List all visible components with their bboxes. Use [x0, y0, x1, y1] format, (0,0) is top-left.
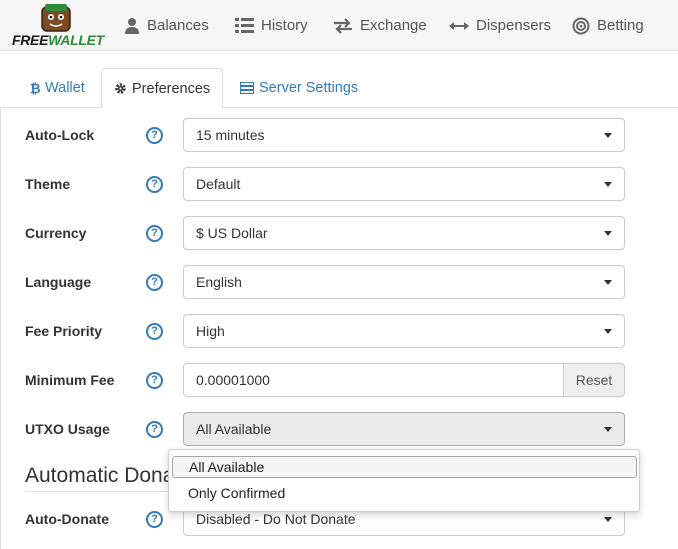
help-icon[interactable]: ? [146, 127, 163, 144]
tab-preferences[interactable]: Preferences [101, 68, 224, 109]
auto-donate-label: Auto-Donate [25, 511, 109, 527]
utxo-usage-label: UTXO Usage [25, 421, 110, 437]
caret-down-icon [604, 182, 612, 187]
tab-preferences-label: Preferences [132, 80, 211, 97]
row-theme: Theme ? Default [0, 167, 678, 201]
minimum-fee-label: Minimum Fee [25, 372, 115, 388]
nav-exchange-label: Exchange [360, 17, 427, 34]
auto-donate-value: Disabled - Do Not Donate [196, 511, 356, 527]
theme-label: Theme [25, 176, 71, 192]
currency-label: Currency [25, 225, 87, 241]
row-minimum-fee: Minimum Fee ? 0.00001000 Reset [0, 363, 678, 397]
utxo-usage-select[interactable]: All Available [183, 412, 625, 446]
arrows-horizontal-icon [449, 21, 469, 30]
tab-server-settings[interactable]: Server Settings [228, 68, 370, 108]
theme-select[interactable]: Default [183, 167, 625, 201]
user-icon [125, 17, 139, 34]
target-icon [572, 17, 590, 34]
help-icon[interactable]: ? [146, 323, 163, 340]
caret-down-icon [604, 280, 612, 285]
currency-value: $ US Dollar [196, 225, 268, 241]
row-currency: Currency ? $ US Dollar [0, 216, 678, 250]
utxo-usage-dropdown: All Available Only Confirmed [168, 449, 640, 512]
currency-select[interactable]: $ US Dollar [183, 216, 625, 250]
row-fee-priority: Fee Priority ? High [0, 314, 678, 348]
auto-lock-value: 15 minutes [196, 127, 265, 143]
nav-history-label: History [261, 17, 308, 34]
utxo-option-only-confirmed[interactable]: Only Confirmed [172, 483, 637, 505]
tab-server-settings-label: Server Settings [259, 80, 359, 96]
nav-dispensers-label: Dispensers [476, 17, 552, 34]
list-icon [235, 18, 254, 33]
auto-lock-label: Auto-Lock [25, 127, 95, 143]
fee-priority-label: Fee Priority [25, 323, 103, 339]
minimum-fee-input[interactable]: 0.00001000 [183, 363, 564, 397]
nav-exchange[interactable]: Exchange [333, 0, 427, 51]
nav-betting[interactable]: Betting [572, 0, 644, 51]
utxo-usage-value: All Available [196, 421, 272, 437]
nav-balances[interactable]: Balances [124, 0, 209, 51]
help-icon[interactable]: ? [146, 421, 163, 438]
caret-down-icon [604, 517, 612, 522]
caret-down-icon [604, 329, 612, 334]
svg-text:₿: ₿ [30, 82, 40, 95]
row-auto-lock: Auto-Lock ? 15 minutes [0, 118, 678, 152]
tab-wallet-label: Wallet [45, 80, 85, 96]
settings-tabs: ₿ Wallet Preferences Server Settings [0, 51, 678, 109]
fee-priority-select[interactable]: High [183, 314, 625, 348]
top-navbar: FREEWALLET Balances History Exchange Dis… [0, 0, 678, 51]
section-divider [25, 491, 170, 492]
automatic-donations-heading: Automatic Donations [25, 464, 185, 487]
row-language: Language ? English [0, 265, 678, 299]
gear-icon [115, 83, 126, 94]
server-icon [240, 82, 254, 94]
reset-button[interactable]: Reset [563, 363, 625, 397]
nav-balances-label: Balances [147, 17, 209, 34]
nav-dispensers[interactable]: Dispensers [449, 0, 551, 51]
caret-down-icon [604, 231, 612, 236]
help-icon[interactable]: ? [146, 274, 163, 291]
help-icon[interactable]: ? [146, 372, 163, 389]
freewallet-logo[interactable]: FREEWALLET [12, 4, 104, 48]
help-icon[interactable]: ? [146, 511, 163, 528]
utxo-option-all-available[interactable]: All Available [172, 456, 637, 478]
logo-text-free: FREE [12, 32, 49, 48]
auto-lock-select[interactable]: 15 minutes [183, 118, 625, 152]
nav-betting-label: Betting [597, 17, 644, 34]
caret-down-icon [604, 427, 612, 432]
help-icon[interactable]: ? [146, 225, 163, 242]
bitcoin-icon: ₿ [30, 82, 40, 95]
caret-down-icon [604, 133, 612, 138]
logo-text-wallet: WALLET [48, 32, 104, 48]
row-utxo-usage: UTXO Usage ? All Available [0, 412, 678, 446]
theme-value: Default [196, 176, 241, 192]
nav-history[interactable]: History [235, 0, 308, 51]
help-icon[interactable]: ? [146, 176, 163, 193]
wallet-mascot-icon [41, 4, 71, 32]
tab-wallet[interactable]: ₿ Wallet [18, 68, 97, 108]
language-value: English [196, 274, 242, 290]
fee-priority-value: High [196, 323, 225, 339]
exchange-icon [334, 17, 352, 34]
language-select[interactable]: English [183, 265, 625, 299]
language-label: Language [25, 274, 92, 290]
